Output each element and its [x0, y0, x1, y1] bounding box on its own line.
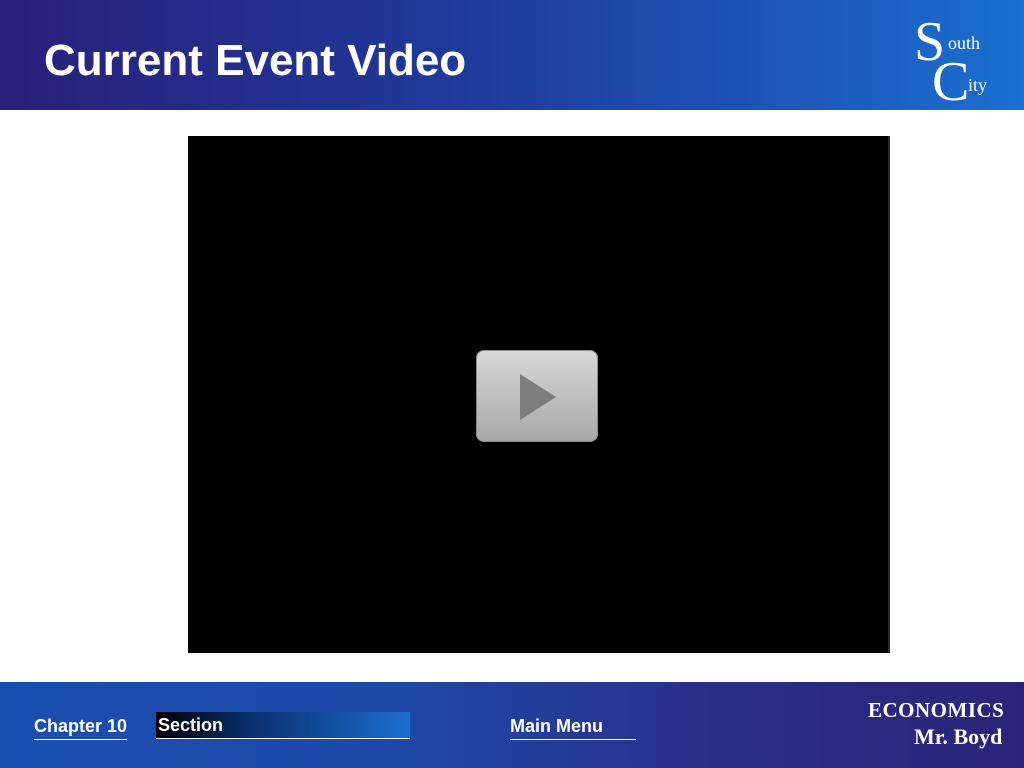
- south-city-logo: S outh C ity: [912, 10, 1012, 110]
- economics-brand: ECONOMICS Mr. Boyd: [866, 698, 1006, 758]
- brand-teacher: Mr. Boyd: [914, 724, 1003, 749]
- chapter-link[interactable]: Chapter 10: [34, 716, 128, 740]
- logo-letter-c: C: [932, 51, 970, 113]
- logo-text-outh: outh: [948, 33, 981, 53]
- page-title: Current Event Video: [44, 36, 467, 85]
- header-bar: Current Event Video S outh C ity: [0, 0, 1024, 110]
- brand-economics: ECONOMICS: [868, 698, 1005, 722]
- main-menu-link[interactable]: Main Menu: [510, 716, 636, 740]
- logo-text-ity: ity: [968, 75, 988, 95]
- play-button[interactable]: [476, 350, 598, 442]
- section-link[interactable]: Section: [156, 712, 410, 739]
- slide: Current Event Video S outh C ity Chapter…: [0, 0, 1024, 768]
- footer-bar: Chapter 10 Section Main Menu ECONOMICS M…: [0, 682, 1024, 768]
- play-icon: [520, 374, 556, 420]
- video-player[interactable]: [188, 136, 890, 653]
